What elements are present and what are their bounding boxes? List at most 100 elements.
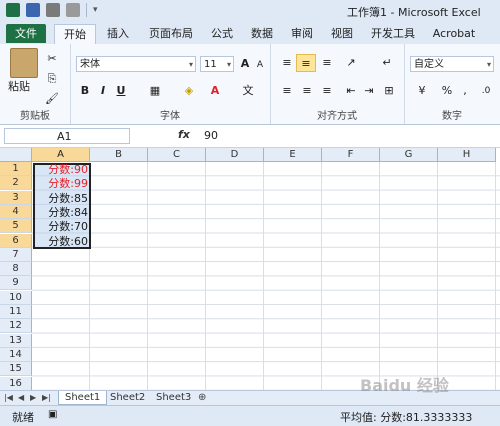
wrap-text-icon[interactable]: ↵ bbox=[378, 54, 396, 72]
font-size-select[interactable]: 11 ▾ bbox=[200, 56, 234, 72]
tab-home[interactable]: 开始 bbox=[54, 24, 96, 44]
paste-button[interactable]: 粘贴 bbox=[8, 78, 30, 94]
orientation-icon[interactable]: ↗ bbox=[342, 54, 360, 72]
column-header[interactable]: G bbox=[380, 148, 438, 162]
italic-button[interactable]: I bbox=[96, 82, 110, 100]
next-sheet-icon[interactable]: ▶ bbox=[30, 391, 36, 405]
row-header[interactable]: 3 bbox=[0, 190, 32, 205]
grow-font-button[interactable]: A bbox=[238, 55, 252, 73]
save-icon[interactable] bbox=[26, 3, 40, 17]
format-painter-icon[interactable]: 🖌 bbox=[42, 90, 62, 108]
shrink-font-button[interactable]: A bbox=[254, 56, 266, 74]
cut-icon[interactable]: ✂ bbox=[42, 50, 62, 68]
underline-button[interactable]: U bbox=[114, 82, 128, 100]
increase-indent-icon[interactable]: ⇥ bbox=[360, 82, 378, 100]
worksheet-grid[interactable]: ABCDEFGH 1 2 3 4 5 6 7 8 9 10 11 12 13 14 15 16 分数:90 分数… bbox=[0, 148, 500, 390]
row-header[interactable]: 16 bbox=[0, 376, 32, 390]
cells-area[interactable] bbox=[32, 162, 500, 390]
tab-insert[interactable]: 插入 bbox=[100, 24, 136, 43]
merge-cells-icon[interactable]: ⊞ bbox=[380, 82, 398, 100]
alignment-group: ≡ ≡ ≡ ↗ ↵ ≡ ≡ ≡ ⇤ ⇥ ⊞ 对齐方式 bbox=[270, 44, 405, 124]
bold-button[interactable]: B bbox=[78, 82, 92, 100]
cell-a6[interactable]: 分数:60 bbox=[33, 235, 91, 249]
column-header[interactable]: B bbox=[90, 148, 148, 162]
tab-file[interactable]: 文件 bbox=[6, 24, 46, 43]
last-sheet-icon[interactable]: ▶| bbox=[42, 391, 51, 405]
first-sheet-icon[interactable]: |◀ bbox=[4, 391, 13, 405]
insert-sheet-icon[interactable]: ⊕ bbox=[198, 391, 206, 405]
row-header[interactable]: 4 bbox=[0, 204, 32, 219]
tab-review[interactable]: 审阅 bbox=[284, 24, 320, 43]
font-name-value: 宋体 bbox=[80, 59, 100, 70]
copy-icon[interactable]: ⎘ bbox=[42, 70, 62, 88]
row-header[interactable]: 9 bbox=[0, 276, 32, 291]
sheet-tab-2[interactable]: Sheet2 bbox=[104, 391, 151, 405]
align-bottom-icon[interactable]: ≡ bbox=[318, 54, 336, 72]
increase-decimal-icon[interactable]: .0 bbox=[476, 82, 496, 100]
cell-a3[interactable]: 分数:85 bbox=[33, 192, 91, 206]
fill-color-icon[interactable]: ◈ bbox=[180, 82, 198, 100]
number-format-select[interactable]: 自定义 ▾ bbox=[410, 56, 494, 72]
sheet-tab-1[interactable]: Sheet1 bbox=[58, 391, 108, 405]
align-top-icon[interactable]: ≡ bbox=[278, 54, 296, 72]
qat-customize-icon[interactable]: ▾ bbox=[93, 5, 98, 15]
tab-developer[interactable]: 开发工具 bbox=[366, 24, 420, 43]
decrease-indent-icon[interactable]: ⇤ bbox=[342, 82, 360, 100]
excel-app-icon[interactable] bbox=[6, 3, 20, 17]
column-header[interactable]: D bbox=[206, 148, 264, 162]
row-header[interactable]: 1 bbox=[0, 162, 32, 176]
prev-sheet-icon[interactable]: ◀ bbox=[18, 391, 24, 405]
tab-formulas[interactable]: 公式 bbox=[204, 24, 240, 43]
macro-record-icon[interactable]: ▣ bbox=[48, 409, 57, 420]
chevron-down-icon: ▾ bbox=[188, 60, 193, 69]
ribbon-tabs: 文件 开始 插入 页面布局 公式 数据 审阅 视图 开发工具 Acrobat bbox=[0, 22, 500, 45]
row-header[interactable]: 11 bbox=[0, 305, 32, 319]
undo-icon[interactable] bbox=[46, 3, 60, 17]
phonetic-icon[interactable]: 文 bbox=[238, 82, 258, 100]
currency-icon[interactable]: ¥ bbox=[412, 82, 432, 100]
align-middle-icon[interactable]: ≡ bbox=[296, 54, 316, 72]
formula-input[interactable]: 90 bbox=[204, 129, 218, 142]
insert-function-button[interactable]: fx bbox=[178, 128, 190, 141]
number-group: 自定义 ▾ ¥ % , .0 数字 bbox=[404, 44, 500, 124]
row-header[interactable]: 13 bbox=[0, 333, 32, 348]
align-center-icon[interactable]: ≡ bbox=[298, 82, 316, 100]
tab-data[interactable]: 数据 bbox=[244, 24, 280, 43]
row-header[interactable]: 7 bbox=[0, 247, 32, 262]
column-header[interactable]: A bbox=[32, 148, 90, 162]
row-header[interactable]: 12 bbox=[0, 319, 32, 334]
cell-a2[interactable]: 分数:99 bbox=[33, 177, 91, 191]
name-box[interactable]: A1 bbox=[4, 128, 130, 144]
row-header[interactable]: 2 bbox=[0, 176, 32, 191]
row-header[interactable]: 6 bbox=[0, 233, 32, 248]
font-name-select[interactable]: 宋体 ▾ bbox=[76, 56, 196, 72]
percent-button[interactable]: % bbox=[440, 82, 454, 100]
cell-a1[interactable]: 分数:90 bbox=[33, 163, 91, 177]
column-header[interactable]: H bbox=[438, 148, 496, 162]
font-color-icon[interactable]: A bbox=[206, 82, 224, 100]
qat-divider bbox=[86, 3, 87, 17]
row-header[interactable]: 10 bbox=[0, 290, 32, 305]
clipboard-group-label: 剪贴板 bbox=[20, 111, 50, 122]
column-header[interactable]: E bbox=[264, 148, 322, 162]
comma-button[interactable]: , bbox=[458, 82, 472, 100]
tab-acrobat[interactable]: Acrobat bbox=[426, 24, 482, 43]
tab-page-layout[interactable]: 页面布局 bbox=[142, 24, 200, 43]
row-header[interactable]: 14 bbox=[0, 347, 32, 362]
row-header[interactable]: 5 bbox=[0, 219, 32, 234]
align-right-icon[interactable]: ≡ bbox=[318, 82, 336, 100]
column-header[interactable]: C bbox=[148, 148, 206, 162]
redo-icon[interactable] bbox=[66, 3, 80, 17]
title-bar: ▾ 工作簿1 - Microsoft Excel bbox=[0, 0, 500, 23]
borders-icon[interactable]: ▦ bbox=[146, 82, 164, 100]
row-header[interactable]: 8 bbox=[0, 262, 32, 277]
tab-view[interactable]: 视图 bbox=[324, 24, 360, 43]
cell-a5[interactable]: 分数:70 bbox=[33, 220, 91, 234]
select-all-corner[interactable] bbox=[0, 148, 32, 162]
cell-a4[interactable]: 分数:84 bbox=[33, 206, 91, 220]
column-header[interactable]: F bbox=[322, 148, 380, 162]
row-header[interactable]: 15 bbox=[0, 362, 32, 377]
sheet-tab-3[interactable]: Sheet3 bbox=[150, 391, 197, 405]
paste-icon[interactable] bbox=[10, 48, 38, 78]
align-left-icon[interactable]: ≡ bbox=[278, 82, 296, 100]
